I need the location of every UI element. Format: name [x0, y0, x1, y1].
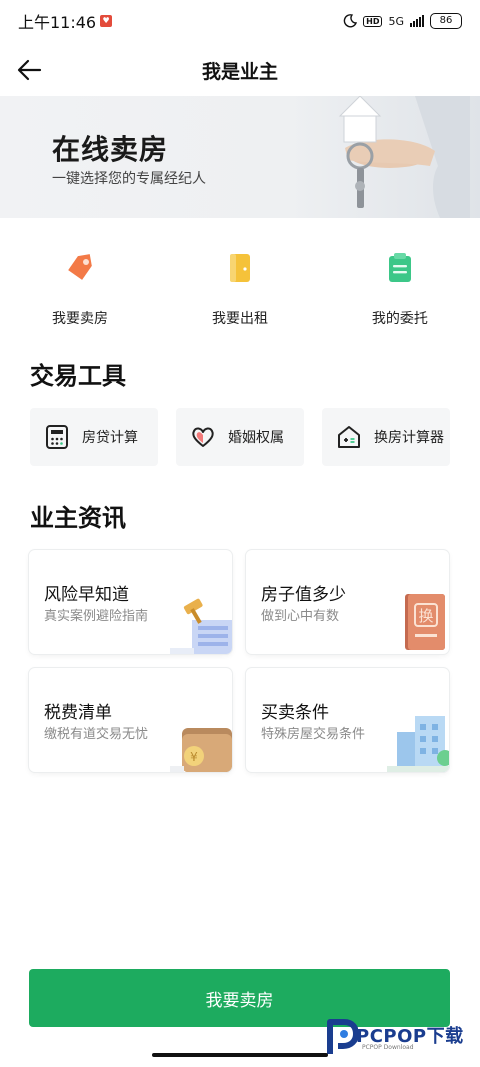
tools-row: 房贷计算 婚姻权属 换房计算器 — [30, 408, 450, 466]
quick-actions: 我要卖房 我要出租 我的委托 — [0, 250, 480, 328]
notification-badge-icon: ♥ — [100, 15, 113, 27]
status-bar: 上午11:46 ♥ HD 5G 86 — [0, 0, 480, 42]
info-cards-grid: 风险早知道 真实案例避险指南 房子值多少 做到心中有数 换 税费清单 缴税有道交… — [29, 550, 450, 772]
card-title: 税费清单 — [44, 703, 112, 723]
network-type: 5G — [388, 14, 404, 28]
battery-level: 86 — [430, 13, 462, 29]
action-label: 我的委托 — [371, 311, 428, 327]
info-card-valuation[interactable]: 房子值多少 做到心中有数 换 — [246, 550, 449, 654]
card-title: 买卖条件 — [261, 703, 329, 723]
tools-section-title: 交易工具 — [30, 362, 126, 390]
info-card-trade-conditions[interactable]: 买卖条件 特殊房屋交易条件 — [246, 668, 449, 772]
tool-mortgage-calculator[interactable]: 房贷计算 — [30, 408, 158, 466]
tag-icon — [68, 254, 92, 280]
sell-online-banner[interactable]: 在线卖房 一键选择您的专属经纪人 — [0, 96, 480, 218]
gavel-icon — [170, 598, 232, 654]
house-calc-icon — [338, 426, 360, 448]
back-arrow-icon[interactable] — [14, 54, 46, 86]
watermark-logo: PCPOP下载 PCPOP Download — [326, 1014, 476, 1060]
tool-label: 房贷计算 — [82, 430, 138, 446]
status-time: 上午11:46 — [18, 13, 97, 32]
card-subtitle: 做到心中有数 — [261, 609, 340, 624]
signal-icon — [410, 15, 424, 27]
action-label: 我要卖房 — [51, 311, 108, 327]
property-cert-icon: 换 — [405, 594, 445, 650]
door-icon — [229, 254, 250, 282]
info-card-tax-list[interactable]: 税费清单 缴税有道交易无忧 ¥ — [29, 668, 232, 772]
tool-house-swap-calculator[interactable]: 换房计算器 — [322, 408, 450, 466]
moon-icon — [343, 14, 358, 28]
building-icon — [387, 716, 449, 772]
tool-label: 换房计算器 — [374, 430, 444, 446]
svg-text:换: 换 — [418, 607, 433, 625]
heart-icon — [192, 427, 214, 447]
sell-house-button-label: 我要卖房 — [205, 990, 274, 1011]
banner-subtitle: 一键选择您的专属经纪人 — [52, 171, 206, 187]
hd-icon: HD — [363, 15, 383, 27]
card-subtitle: 缴税有道交易无忧 — [44, 727, 149, 742]
action-sell-house[interactable]: 我要卖房 — [0, 250, 160, 328]
watermark-subtext: PCPOP Download — [362, 1044, 414, 1051]
house-key-icon — [338, 96, 470, 218]
home-indicator[interactable] — [152, 1053, 328, 1057]
action-label: 我要出租 — [211, 311, 268, 327]
info-section-title: 业主资讯 — [30, 504, 126, 532]
pcpop-logo-icon — [327, 1019, 358, 1054]
banner-title: 在线卖房 — [52, 133, 169, 166]
card-title: 风险早知道 — [44, 585, 129, 605]
tool-label: 婚姻权属 — [228, 430, 284, 446]
wallet-icon: ¥ — [170, 728, 232, 772]
card-title: 房子值多少 — [261, 585, 346, 605]
info-card-risk[interactable]: 风险早知道 真实案例避险指南 — [29, 550, 232, 654]
card-subtitle: 真实案例避险指南 — [44, 609, 149, 624]
svg-text:¥: ¥ — [190, 750, 198, 764]
tool-marital-ownership[interactable]: 婚姻权属 — [176, 408, 304, 466]
page-title: 我是业主 — [201, 60, 278, 83]
action-rent-out[interactable]: 我要出租 — [160, 250, 320, 328]
calculator-icon — [46, 425, 68, 449]
action-my-entrustment[interactable]: 我的委托 — [320, 250, 480, 328]
clipboard-icon — [388, 253, 411, 282]
card-subtitle: 特殊房屋交易条件 — [261, 727, 366, 742]
nav-bar: 我是业主 — [0, 46, 480, 94]
